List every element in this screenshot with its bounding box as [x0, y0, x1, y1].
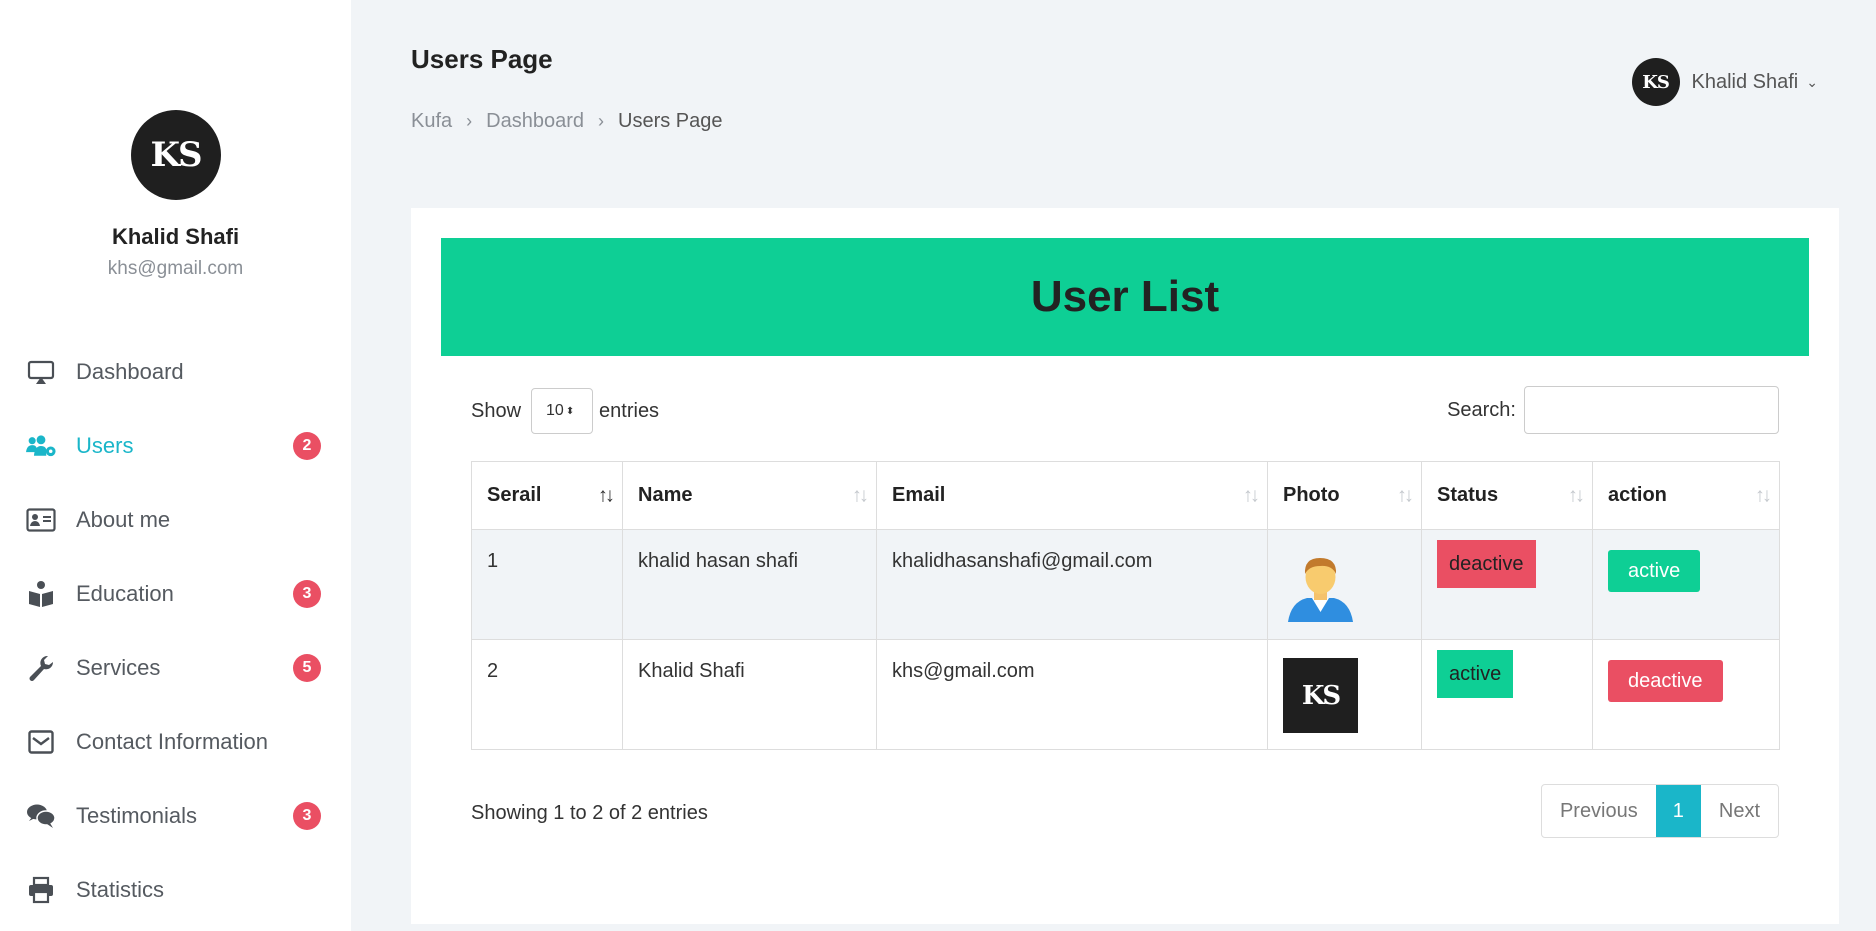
search-label: Search: — [1447, 398, 1516, 421]
column-header-serial[interactable]: Serail ↑↓ — [471, 461, 623, 530]
sidebar-item-label: Testimonials — [76, 803, 198, 828]
card-title: User List — [1030, 272, 1220, 321]
breadcrumb-link-dashboard[interactable]: Dashboard — [486, 110, 584, 133]
breadcrumb: Kufa › Dashboard › Users Page — [411, 110, 723, 133]
status-badge: deactive — [1437, 540, 1536, 588]
show-label: Show — [471, 399, 522, 422]
table-row: 1 khalid hasan shafi khalidhasanshafi@gm… — [471, 529, 1780, 640]
sidebar-nav: Dashboard Users 2 About me Education 3 S… — [0, 335, 351, 927]
profile: KS Khalid Shafi khs@gmail.com — [0, 0, 351, 280]
sidebar-item-statistics[interactable]: Statistics — [0, 853, 351, 927]
book-reader-icon — [26, 579, 56, 609]
table-info: Showing 1 to 2 of 2 entries — [471, 802, 708, 824]
count-badge: 3 — [293, 580, 321, 608]
card-header: User List — [441, 238, 1809, 356]
wrench-icon — [26, 653, 56, 683]
entries-label: entries — [599, 399, 660, 422]
page-size-select[interactable]: 10 ⬍ — [531, 388, 594, 434]
user-name: Khalid Shafi — [1691, 70, 1799, 93]
page-length-control: Show 10 ⬍ entries — [471, 388, 659, 434]
count-badge: 2 — [293, 432, 321, 460]
photo-cell: KS — [1267, 639, 1422, 750]
monitor-icon — [26, 357, 56, 387]
serial-cell: 2 — [471, 639, 623, 750]
sidebar-item-contact-information[interactable]: Contact Information — [0, 705, 351, 779]
photo-cell — [1267, 529, 1422, 640]
chevron-right-icon: › — [466, 111, 473, 131]
column-header-status[interactable]: Status ↑↓ — [1421, 461, 1593, 530]
comments-icon — [26, 801, 56, 831]
table-row: 2 Khalid Shafi khs@gmail.com KS active d… — [471, 639, 1780, 750]
sort-icon: ↑↓ — [1568, 484, 1585, 506]
serial-cell: 1 — [471, 529, 623, 640]
printer-icon — [26, 875, 56, 905]
next-button[interactable]: Next — [1701, 785, 1778, 837]
sidebar-item-services[interactable]: Services 5 — [0, 631, 351, 705]
table-header-row: Serail ↑↓ Name ↑↓ Email ↑↓ Photo ↑↓ Status ↑↓… — [471, 461, 1780, 530]
chevron-down-icon: ⌄ — [1806, 73, 1818, 90]
sidebar-item-label: Services — [76, 655, 161, 680]
column-header-action[interactable]: action ↑↓ — [1592, 461, 1780, 530]
activate-button[interactable]: active — [1608, 550, 1701, 592]
sort-icon: ↑↓ — [852, 484, 869, 506]
page-title: Users Page — [411, 44, 553, 74]
action-cell: deactive — [1592, 639, 1780, 750]
user-list-card: User List Show 10 ⬍ entries Search: Sera… — [411, 208, 1839, 924]
email-cell: khs@gmail.com — [876, 639, 1268, 750]
sidebar-item-label: Education — [76, 581, 174, 606]
status-cell: deactive — [1421, 529, 1593, 640]
sidebar-item-about-me[interactable]: About me — [0, 483, 351, 557]
envelope-icon — [26, 727, 56, 757]
sidebar-item-testimonials[interactable]: Testimonials 3 — [0, 779, 351, 853]
sort-updown-icon: ⬍ — [565, 405, 575, 417]
profile-email: khs@gmail.com — [107, 258, 244, 279]
profile-name: Khalid Shafi — [111, 224, 240, 249]
user-photo-logo: KS — [1283, 658, 1358, 733]
previous-button[interactable]: Previous — [1542, 785, 1656, 837]
avatar[interactable]: KS — [130, 110, 221, 200]
search-input[interactable] — [1524, 386, 1779, 434]
user-avatar-icon — [1283, 550, 1358, 625]
sidebar-item-label: Dashboard — [76, 359, 184, 384]
sort-icon: ↑↓ — [1243, 484, 1260, 506]
sidebar: KS Khalid Shafi khs@gmail.com Dashboard … — [0, 0, 351, 931]
sidebar-item-users[interactable]: Users 2 — [0, 409, 351, 483]
column-header-name[interactable]: Name ↑↓ — [622, 461, 877, 530]
users-table: Serail ↑↓ Name ↑↓ Email ↑↓ Photo ↑↓ Status ↑↓… — [471, 461, 1780, 750]
sidebar-item-label: Contact Information — [76, 729, 268, 754]
sidebar-item-label: Statistics — [76, 877, 165, 902]
deactivate-button[interactable]: deactive — [1608, 660, 1723, 702]
status-cell: active — [1421, 639, 1593, 750]
breadcrumb-link-kufa[interactable]: Kufa — [411, 110, 452, 133]
name-cell: khalid hasan shafi — [622, 529, 877, 640]
action-cell: active — [1592, 529, 1780, 640]
avatar: KS — [1631, 58, 1680, 106]
name-cell: Khalid Shafi — [622, 639, 877, 750]
search-control: Search: — [1447, 386, 1779, 434]
count-badge: 3 — [293, 802, 321, 830]
user-menu[interactable]: KS Khalid Shafi ⌄ — [1631, 58, 1818, 106]
email-cell: khalidhasanshafi@gmail.com — [876, 529, 1268, 640]
users-gear-icon — [26, 431, 56, 461]
sidebar-item-label: Users — [76, 433, 134, 458]
sort-icon: ↑↓ — [1397, 484, 1414, 506]
column-header-email[interactable]: Email ↑↓ — [876, 461, 1268, 530]
sort-icon: ↑↓ — [598, 484, 615, 506]
id-card-icon — [26, 505, 56, 535]
breadcrumb-current: Users Page — [618, 110, 723, 132]
sidebar-item-dashboard[interactable]: Dashboard — [0, 335, 351, 409]
page-1-button[interactable]: 1 — [1655, 785, 1701, 837]
sidebar-item-education[interactable]: Education 3 — [0, 557, 351, 631]
pagination: Previous 1 Next — [1540, 784, 1779, 838]
column-header-photo[interactable]: Photo ↑↓ — [1267, 461, 1422, 530]
page-size-value: 10 — [546, 402, 564, 419]
sidebar-item-label: About me — [76, 507, 171, 532]
status-badge: active — [1437, 650, 1514, 698]
chevron-right-icon: › — [598, 111, 604, 131]
sort-icon: ↑↓ — [1755, 484, 1772, 506]
count-badge: 5 — [293, 654, 321, 682]
